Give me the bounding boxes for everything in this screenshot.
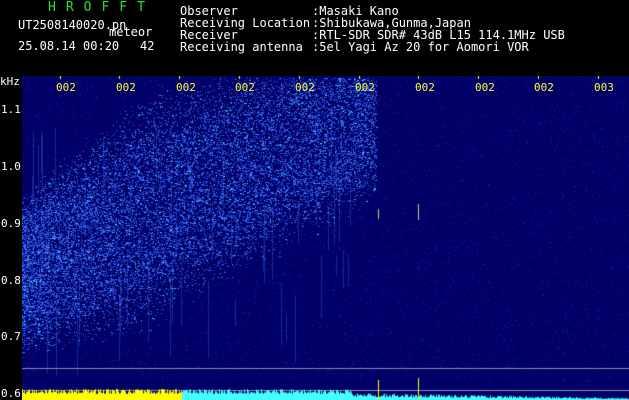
date-time-suffix: 42 xyxy=(140,39,155,53)
spectrogram-canvas xyxy=(22,76,629,400)
x-tick-label: 002 xyxy=(116,81,136,94)
y-tick-label: 1.0 xyxy=(1,160,21,173)
x-tick-label: 002 xyxy=(475,81,495,94)
antenna-label: Receiving antenna xyxy=(180,40,303,54)
x-tick-label: 002 xyxy=(235,81,255,94)
antenna-value: :5el Yagi Az 20 for Aomori VOR xyxy=(312,40,529,54)
x-tick-label: 002 xyxy=(56,81,76,94)
x-tick-label: 002 xyxy=(534,81,554,94)
x-tick-label: 003 xyxy=(594,81,614,94)
date-time: 25.08.14 00:20 xyxy=(18,39,120,53)
x-tick-label: 002 xyxy=(295,81,315,94)
y-tick-label: 1.1 xyxy=(1,103,21,116)
header-panel: HROFFT UT2508140020.pn meteor 25.08.14 0… xyxy=(0,0,629,76)
unit-label: kHz xyxy=(0,75,20,88)
y-tick-label: 0.8 xyxy=(1,274,21,287)
y-tick-label: 0.7 xyxy=(1,330,21,343)
y-tick-label: 0.9 xyxy=(1,217,21,230)
x-tick-label: 002 xyxy=(355,81,375,94)
app-title: HROFFT xyxy=(48,0,155,15)
x-tick-label: 002 xyxy=(176,81,196,94)
x-tick-label: 002 xyxy=(415,81,435,94)
file-tag: meteor xyxy=(109,25,153,39)
y-tick-label: 0.6 xyxy=(1,387,21,400)
